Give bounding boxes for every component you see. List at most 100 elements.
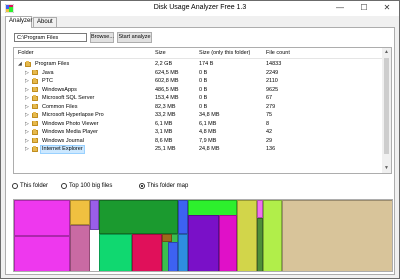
expand-right-icon[interactable]: ▷ — [25, 145, 29, 154]
folder-size: 25,1 MB — [155, 146, 176, 152]
folder-name: WindowsApps — [42, 86, 77, 93]
maximize-icon[interactable]: ☐ — [353, 1, 375, 15]
folder-own-size: 0 B — [199, 95, 208, 101]
folder-own-size: 4,8 MB — [199, 129, 217, 135]
folder-own-size: 24,8 MB — [199, 146, 220, 152]
folder-icon — [32, 86, 38, 92]
treemap-tile[interactable] — [70, 225, 90, 271]
folder-own-size: 0 B — [199, 103, 208, 110]
treemap-tile[interactable] — [188, 215, 219, 271]
treemap-tile[interactable] — [237, 200, 257, 271]
tree-row[interactable]: ▷ Windows Photo Viewer 6,1 MB 6,1 MB 8 — [14, 120, 382, 129]
tree-row[interactable]: ▷ Microsoft Hyperlapse Pro 33,2 MB 34,8 MB 7… — [14, 111, 382, 120]
column-header-size[interactable]: Size — [155, 50, 166, 56]
scroll-down-icon[interactable]: ▼ — [382, 164, 391, 173]
tree-row[interactable]: ▷ Windows Journal 8,6 MB 7,9 MB 29 — [14, 137, 382, 146]
radio-button-icon[interactable] — [61, 183, 67, 189]
folder-own-size: 174 B — [199, 61, 214, 67]
treemap-tile[interactable] — [162, 234, 172, 242]
treemap-tile[interactable] — [14, 236, 70, 271]
tab-about[interactable]: About — [33, 17, 57, 27]
folder-size: 3,1 MB — [155, 129, 173, 135]
path-input[interactable] — [14, 33, 87, 42]
radio-button-icon[interactable] — [139, 183, 145, 189]
start-analyze-button[interactable]: Start analyze — [117, 32, 152, 43]
tree-row[interactable]: ▷ WindowsApps 486,5 MB 0 B 9625 — [14, 86, 382, 95]
expand-right-icon[interactable]: ▷ — [25, 137, 29, 146]
file-count: 2110 — [266, 78, 278, 84]
tab-analyzer[interactable]: Analyzer — [5, 16, 32, 28]
radio-button-icon[interactable] — [12, 183, 18, 189]
tree-row[interactable]: ▷ Internet Explorer 25,1 MB 24,8 MB 136 — [14, 145, 382, 154]
folder-name: Windows Media Player — [42, 129, 98, 135]
tree-row[interactable]: ◢ Program Files 2,2 GB 174 B 14833 — [14, 60, 382, 69]
treemap-tile[interactable] — [282, 200, 392, 271]
tree-row[interactable]: ▷ Windows Media Player 3,1 MB 4,8 MB 42 — [14, 128, 382, 137]
treemap-tile[interactable] — [219, 215, 237, 271]
folder-name: Microsoft Hyperlapse Pro — [42, 112, 104, 118]
expand-right-icon[interactable]: ▷ — [25, 77, 29, 86]
app-window: Disk Usage Analyzer Free 1.3 — ☐ ✕ Analy… — [0, 0, 400, 279]
file-count: 2249 — [266, 69, 279, 76]
folder-tree[interactable]: Folder Size Size (only this folder) File… — [13, 47, 392, 174]
expand-right-icon[interactable]: ▷ — [25, 86, 29, 95]
folder-size: 153,4 MB — [155, 95, 179, 101]
view-options: This folder Top 100 big files This folde… — [12, 182, 312, 191]
folder-name: PTC — [42, 78, 53, 84]
treemap-tile[interactable] — [14, 200, 70, 236]
title-bar[interactable]: Disk Usage Analyzer Free 1.3 — ☐ ✕ — [1, 1, 399, 16]
folder-size: 8,6 MB — [155, 137, 173, 144]
folder-treemap[interactable] — [13, 199, 393, 272]
tree-row[interactable]: ▷ PTC 602,8 MB 0 B 2110 — [14, 77, 382, 86]
folder-own-size: 0 B — [199, 86, 208, 93]
treemap-tile[interactable] — [90, 200, 99, 230]
treemap-tile[interactable] — [70, 200, 90, 225]
file-count: 75 — [266, 112, 273, 118]
folder-own-size: 7,9 MB — [199, 137, 217, 144]
folder-icon — [32, 103, 38, 109]
treemap-tile[interactable] — [257, 218, 263, 271]
folder-own-size: 0 B — [199, 78, 208, 84]
radio-label: This folder — [20, 183, 49, 189]
folder-name: Windows Photo Viewer — [42, 120, 99, 127]
treemap-tile[interactable] — [178, 234, 188, 271]
expand-right-icon[interactable]: ▷ — [25, 111, 29, 120]
scroll-thumb[interactable] — [384, 58, 389, 154]
expand-right-icon[interactable]: ▷ — [25, 120, 29, 129]
treemap-tile[interactable] — [178, 200, 188, 234]
treemap-tile[interactable] — [99, 234, 132, 271]
folder-size: 82,3 MB — [155, 103, 176, 110]
file-count: 29 — [266, 137, 273, 144]
expand-right-icon[interactable]: ▷ — [25, 128, 29, 137]
column-header-folder[interactable]: Folder — [18, 50, 34, 56]
tree-row[interactable]: ▷ Java 624,5 MB 0 B 2249 — [14, 69, 382, 78]
vertical-scrollbar[interactable]: ▲ ▼ — [382, 48, 391, 173]
tree-row[interactable]: ▷ Common Files 82,3 MB 0 B 279 — [14, 103, 382, 112]
tree-row[interactable]: ▷ Microsoft SQL Server 153,4 MB 0 B 67 — [14, 94, 382, 103]
column-header-file-count[interactable]: File count — [266, 50, 290, 56]
folder-icon — [32, 112, 38, 118]
treemap-tile[interactable] — [168, 242, 178, 271]
minimize-icon[interactable]: — — [329, 1, 351, 15]
expand-down-icon[interactable]: ◢ — [18, 60, 22, 69]
treemap-tile[interactable] — [263, 200, 282, 271]
folder-size: 486,5 MB — [155, 86, 179, 93]
file-count: 67 — [266, 95, 273, 101]
folder-size: 602,8 MB — [155, 78, 179, 84]
file-count: 8 — [266, 120, 270, 127]
file-count: 14833 — [266, 61, 282, 67]
tree-rows: ◢ Program Files 2,2 GB 174 B 14833 ▷ Java 624,5… — [14, 60, 382, 154]
close-icon[interactable]: ✕ — [375, 1, 399, 15]
folder-icon — [32, 120, 38, 126]
treemap-tile[interactable] — [99, 200, 178, 234]
expand-right-icon[interactable]: ▷ — [25, 103, 29, 112]
scroll-up-icon[interactable]: ▲ — [382, 48, 391, 57]
expand-right-icon[interactable]: ▷ — [25, 94, 29, 103]
column-header-own-size[interactable]: Size (only this folder) — [199, 50, 250, 56]
folder-size: 2,2 GB — [155, 61, 173, 67]
treemap-tile[interactable] — [132, 234, 162, 271]
folder-name: Program Files — [35, 61, 70, 67]
expand-right-icon[interactable]: ▷ — [25, 69, 29, 78]
folder-own-size: 0 B — [199, 69, 208, 76]
browse-button[interactable]: Browse... — [90, 32, 114, 43]
